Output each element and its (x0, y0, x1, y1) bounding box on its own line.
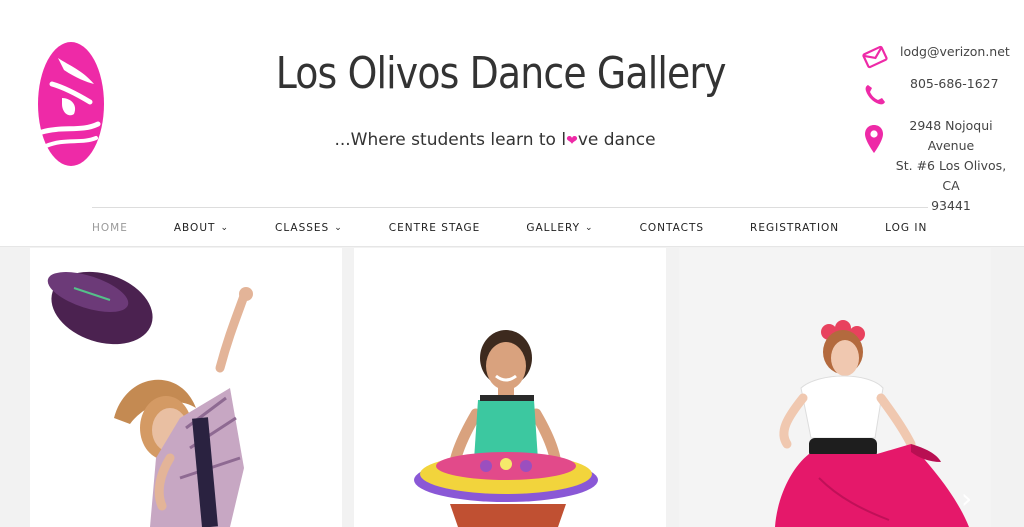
nav-item-log-in[interactable]: LOG IN (885, 218, 927, 238)
nav-label-registration: REGISTRATION (750, 222, 840, 234)
gallery-card-tutu[interactable] (354, 248, 666, 527)
phone-icon (865, 85, 885, 105)
address-line-1: 2948 Nojoqui Avenue (909, 118, 993, 153)
address-line-3: 93441 (931, 198, 971, 213)
nav-label-centre-stage: CENTRE STAGE (388, 222, 481, 234)
email-link[interactable]: lodg@verizon.net (900, 42, 1010, 62)
site-title[interactable]: Los Olivos Dance Gallery (276, 48, 727, 99)
envelope-icon (862, 45, 888, 69)
dance-gallery-logo[interactable] (36, 40, 106, 168)
hip-hop-dancer-photo (30, 248, 342, 527)
chevron-down-icon: ⌄ (585, 223, 594, 233)
nav-item-registration[interactable]: REGISTRATION (750, 218, 839, 238)
gallery-card-folklorico[interactable]: › (679, 248, 991, 527)
next-slide-arrow-icon[interactable]: › (961, 482, 972, 515)
tagline-text-end: ve dance (577, 130, 656, 150)
nav-label-contacts: CONTACTS (639, 222, 705, 234)
phone-link[interactable]: 805-686-1627 (910, 74, 999, 94)
nav-label-classes: CLASSES (274, 222, 330, 234)
tagline-text-start: ...Where students learn to l (334, 130, 567, 150)
nav-item-gallery[interactable]: GALLERY ⌄ (526, 218, 593, 238)
gallery-card-hip-hop[interactable] (30, 248, 342, 527)
nav-label-gallery: GALLERY (526, 222, 581, 234)
nav-item-home[interactable]: HOME (92, 218, 128, 238)
nav-label-home: HOME (92, 222, 128, 234)
nav-item-about[interactable]: ABOUT ⌄ (174, 218, 229, 238)
tutu-dancer-photo (354, 248, 666, 527)
site-tagline: ...Where students learn to l❤ve dance (240, 130, 750, 150)
site-header: Los Olivos Dance Gallery ...Where studen… (0, 0, 1024, 247)
nav-item-contacts[interactable]: CONTACTS (640, 218, 704, 238)
nav-label-log-in: LOG IN (885, 222, 928, 234)
chevron-down-icon: ⌄ (220, 223, 229, 233)
map-pin-icon (865, 125, 883, 153)
nav-divider (92, 207, 928, 208)
nav-label-about: ABOUT (173, 222, 216, 234)
nav-item-centre-stage[interactable]: CENTRE STAGE (389, 218, 481, 238)
heart-icon: ❤ (566, 133, 578, 149)
address-block[interactable]: 2948 Nojoqui Avenue St. #6 Los Olivos, C… (886, 116, 1016, 216)
folklorico-dancer-photo: › (679, 248, 991, 527)
chevron-down-icon: ⌄ (334, 223, 343, 233)
nav-item-classes[interactable]: CLASSES ⌄ (275, 218, 343, 238)
address-line-2: St. #6 Los Olivos, CA (895, 158, 1007, 193)
main-navigation: HOME ABOUT ⌄ CLASSES ⌄ CENTRE STAGE GALLER… (92, 218, 973, 238)
